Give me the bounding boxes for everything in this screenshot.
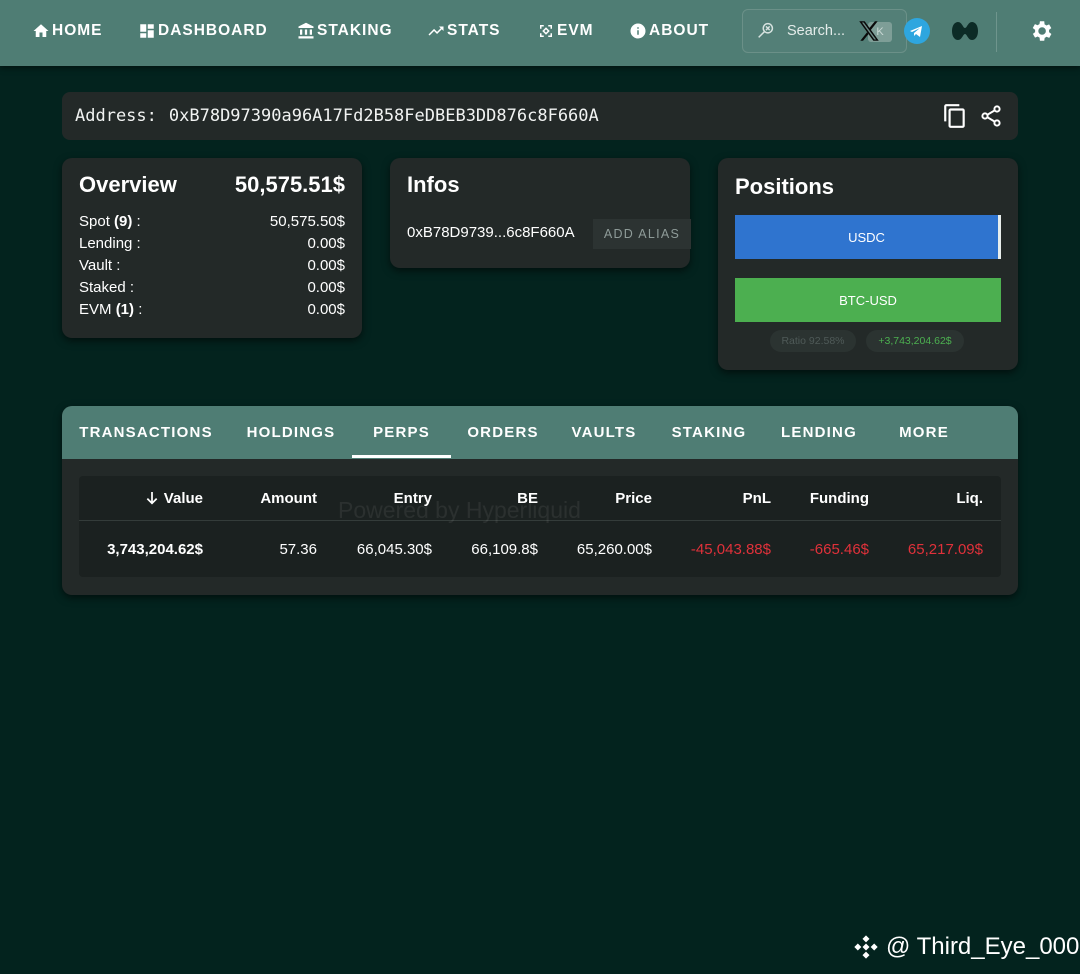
overview-total: 50,575.51$ — [234, 172, 345, 197]
column-header-funding[interactable]: Funding — [779, 476, 869, 520]
tab-vaults[interactable]: VAULTS — [555, 406, 653, 459]
cell-value: 3,743,204.62$ — [107, 540, 203, 558]
tab-staking[interactable]: STAKING — [653, 406, 765, 459]
settings-button[interactable] — [1026, 16, 1056, 46]
arrow-down-icon — [146, 492, 158, 505]
overview-row-value: 50,575.50$ — [269, 212, 345, 230]
active-tab-indicator — [352, 455, 451, 458]
column-header-label: Value — [163, 489, 203, 507]
author-credit: @ Third_Eye_000 — [852, 933, 1079, 961]
overview-row-lending: Lending : 0.00$ — [79, 232, 345, 254]
cell-liq: 65,217.09$ — [907, 540, 983, 558]
search-input[interactable] — [787, 23, 853, 39]
cell-amount: 57.36 — [279, 540, 317, 558]
column-header-pnl[interactable]: PnL — [671, 476, 771, 520]
overview-row-value: 0.00$ — [307, 234, 345, 252]
overview-row-label: EVM (1) : — [79, 300, 143, 318]
position-bar-label: USDC — [848, 229, 885, 245]
address-label: Address: — [75, 106, 157, 126]
nav-divider — [996, 12, 997, 52]
overview-row-label: Lending : — [79, 234, 141, 252]
position-bar-usdc[interactable]: USDC — [735, 215, 1001, 259]
column-header-value[interactable]: Value — [99, 476, 203, 520]
x-link[interactable] — [853, 16, 885, 46]
nav-evm[interactable]: EVM — [537, 20, 594, 42]
ratio-chip: Ratio 92.58% — [770, 330, 856, 352]
search-icon — [758, 22, 774, 38]
tab-bar: TRANSACTIONS HOLDINGS PERPS ORDERS VAULT… — [62, 406, 1018, 459]
positions-card: Positions USDC BTC-USD Ratio 92.58% +3,7… — [718, 158, 1018, 370]
nav-dashboard[interactable]: DASHBOARD — [138, 20, 268, 42]
evm-icon — [540, 25, 552, 37]
cell-be: 66,109.8$ — [471, 540, 538, 558]
share-address-button[interactable] — [978, 102, 1004, 130]
nav-staking[interactable]: STAKING — [297, 20, 393, 42]
cell-price: 65,260.00$ — [576, 540, 652, 558]
overview-row-spot: Spot (9) : 50,575.50$ — [79, 210, 345, 232]
info-icon — [630, 23, 646, 39]
nav-stats-label: STATS — [447, 22, 501, 39]
tab-orders[interactable]: ORDERS — [451, 406, 555, 459]
nav-about-label: ABOUT — [649, 22, 710, 39]
overview-row-label: Spot (9) : — [79, 212, 141, 230]
overview-row-value: 0.00$ — [307, 278, 345, 296]
home-icon — [33, 24, 49, 37]
trending-icon — [428, 26, 444, 36]
nav-stats[interactable]: STATS — [427, 20, 501, 42]
overview-row-value: 0.00$ — [307, 300, 345, 318]
tab-transactions[interactable]: TRANSACTIONS — [62, 406, 230, 459]
overview-row-value: 0.00$ — [307, 256, 345, 274]
telegram-link[interactable] — [903, 17, 931, 45]
bank-icon — [298, 22, 314, 39]
tab-holdings[interactable]: HOLDINGS — [230, 406, 352, 459]
binance-icon — [854, 935, 878, 959]
cell-pnl: -45,043.88$ — [690, 540, 771, 558]
cell-funding: -665.46$ — [809, 540, 869, 558]
copy-address-button[interactable] — [942, 102, 968, 130]
position-bar-label: BTC-USD — [839, 292, 897, 308]
dashboard-icon — [140, 24, 154, 38]
delta-chip: +3,743,204.62$ — [866, 330, 964, 352]
ratio-value: 92.58% — [808, 335, 845, 347]
nav-home[interactable]: HOME — [32, 20, 103, 42]
top-nav: HOME DASHBOARD STAKING STATS EVM ABOUT K — [0, 0, 1080, 66]
positions-title: Positions — [735, 174, 835, 199]
telegram-icon — [904, 18, 930, 44]
overview-row-evm: EVM (1) : 0.00$ — [79, 298, 345, 320]
overview-row-label: Staked : — [79, 278, 135, 296]
add-alias-button[interactable]: ADD ALIAS — [593, 219, 691, 249]
ratio-label: Ratio — [781, 335, 806, 347]
copy-icon — [944, 104, 965, 128]
nav-staking-label: STAKING — [317, 22, 393, 39]
tab-perps[interactable]: PERPS — [352, 406, 451, 459]
overview-row-staked: Staked : 0.00$ — [79, 276, 345, 298]
address-value: 0xB78D97390a96A17Fd2B58FeDBEB3DD876c8F66… — [168, 106, 599, 126]
hyperliquid-link[interactable] — [948, 18, 982, 44]
perps-table: Value Amount Entry BE Price PnL Funding … — [79, 476, 1001, 577]
infos-card: Infos 0xB78D9739...6c8F660A ADD ALIAS — [390, 158, 691, 268]
overview-row-vault: Vault : 0.00$ — [79, 254, 345, 276]
infos-short-address: 0xB78D9739...6c8F660A — [407, 224, 575, 241]
overview-title: Overview — [79, 172, 177, 197]
powered-by-watermark: Powered by Hyperliquid — [338, 497, 581, 523]
column-header-amount[interactable]: Amount — [229, 476, 317, 520]
position-bar-btc-usd[interactable]: BTC-USD — [735, 278, 1001, 322]
nav-about[interactable]: ABOUT — [629, 20, 709, 42]
author-handle: @ Third_Eye_000 — [886, 933, 1080, 960]
address-bar: Address: 0xB78D97390a96A17Fd2B58FeDBEB3D… — [62, 92, 1018, 140]
nav-evm-label: EVM — [557, 22, 594, 39]
overview-card: Overview 50,575.51$ Spot (9) : 50,575.50… — [62, 158, 362, 338]
nav-home-label: HOME — [52, 22, 103, 39]
nav-dashboard-label: DASHBOARD — [158, 22, 268, 39]
hyperliquid-icon — [952, 22, 978, 40]
overview-row-label: Vault : — [79, 256, 121, 274]
cell-entry: 66,045.30$ — [356, 540, 432, 558]
share-icon — [981, 105, 1001, 127]
infos-title: Infos — [407, 172, 460, 197]
x-icon — [859, 21, 879, 41]
tab-lending[interactable]: LENDING — [765, 406, 873, 459]
tab-more[interactable]: MORE — [873, 406, 975, 459]
gear-icon — [1032, 21, 1052, 41]
column-header-liq[interactable]: Liq. — [889, 476, 983, 520]
